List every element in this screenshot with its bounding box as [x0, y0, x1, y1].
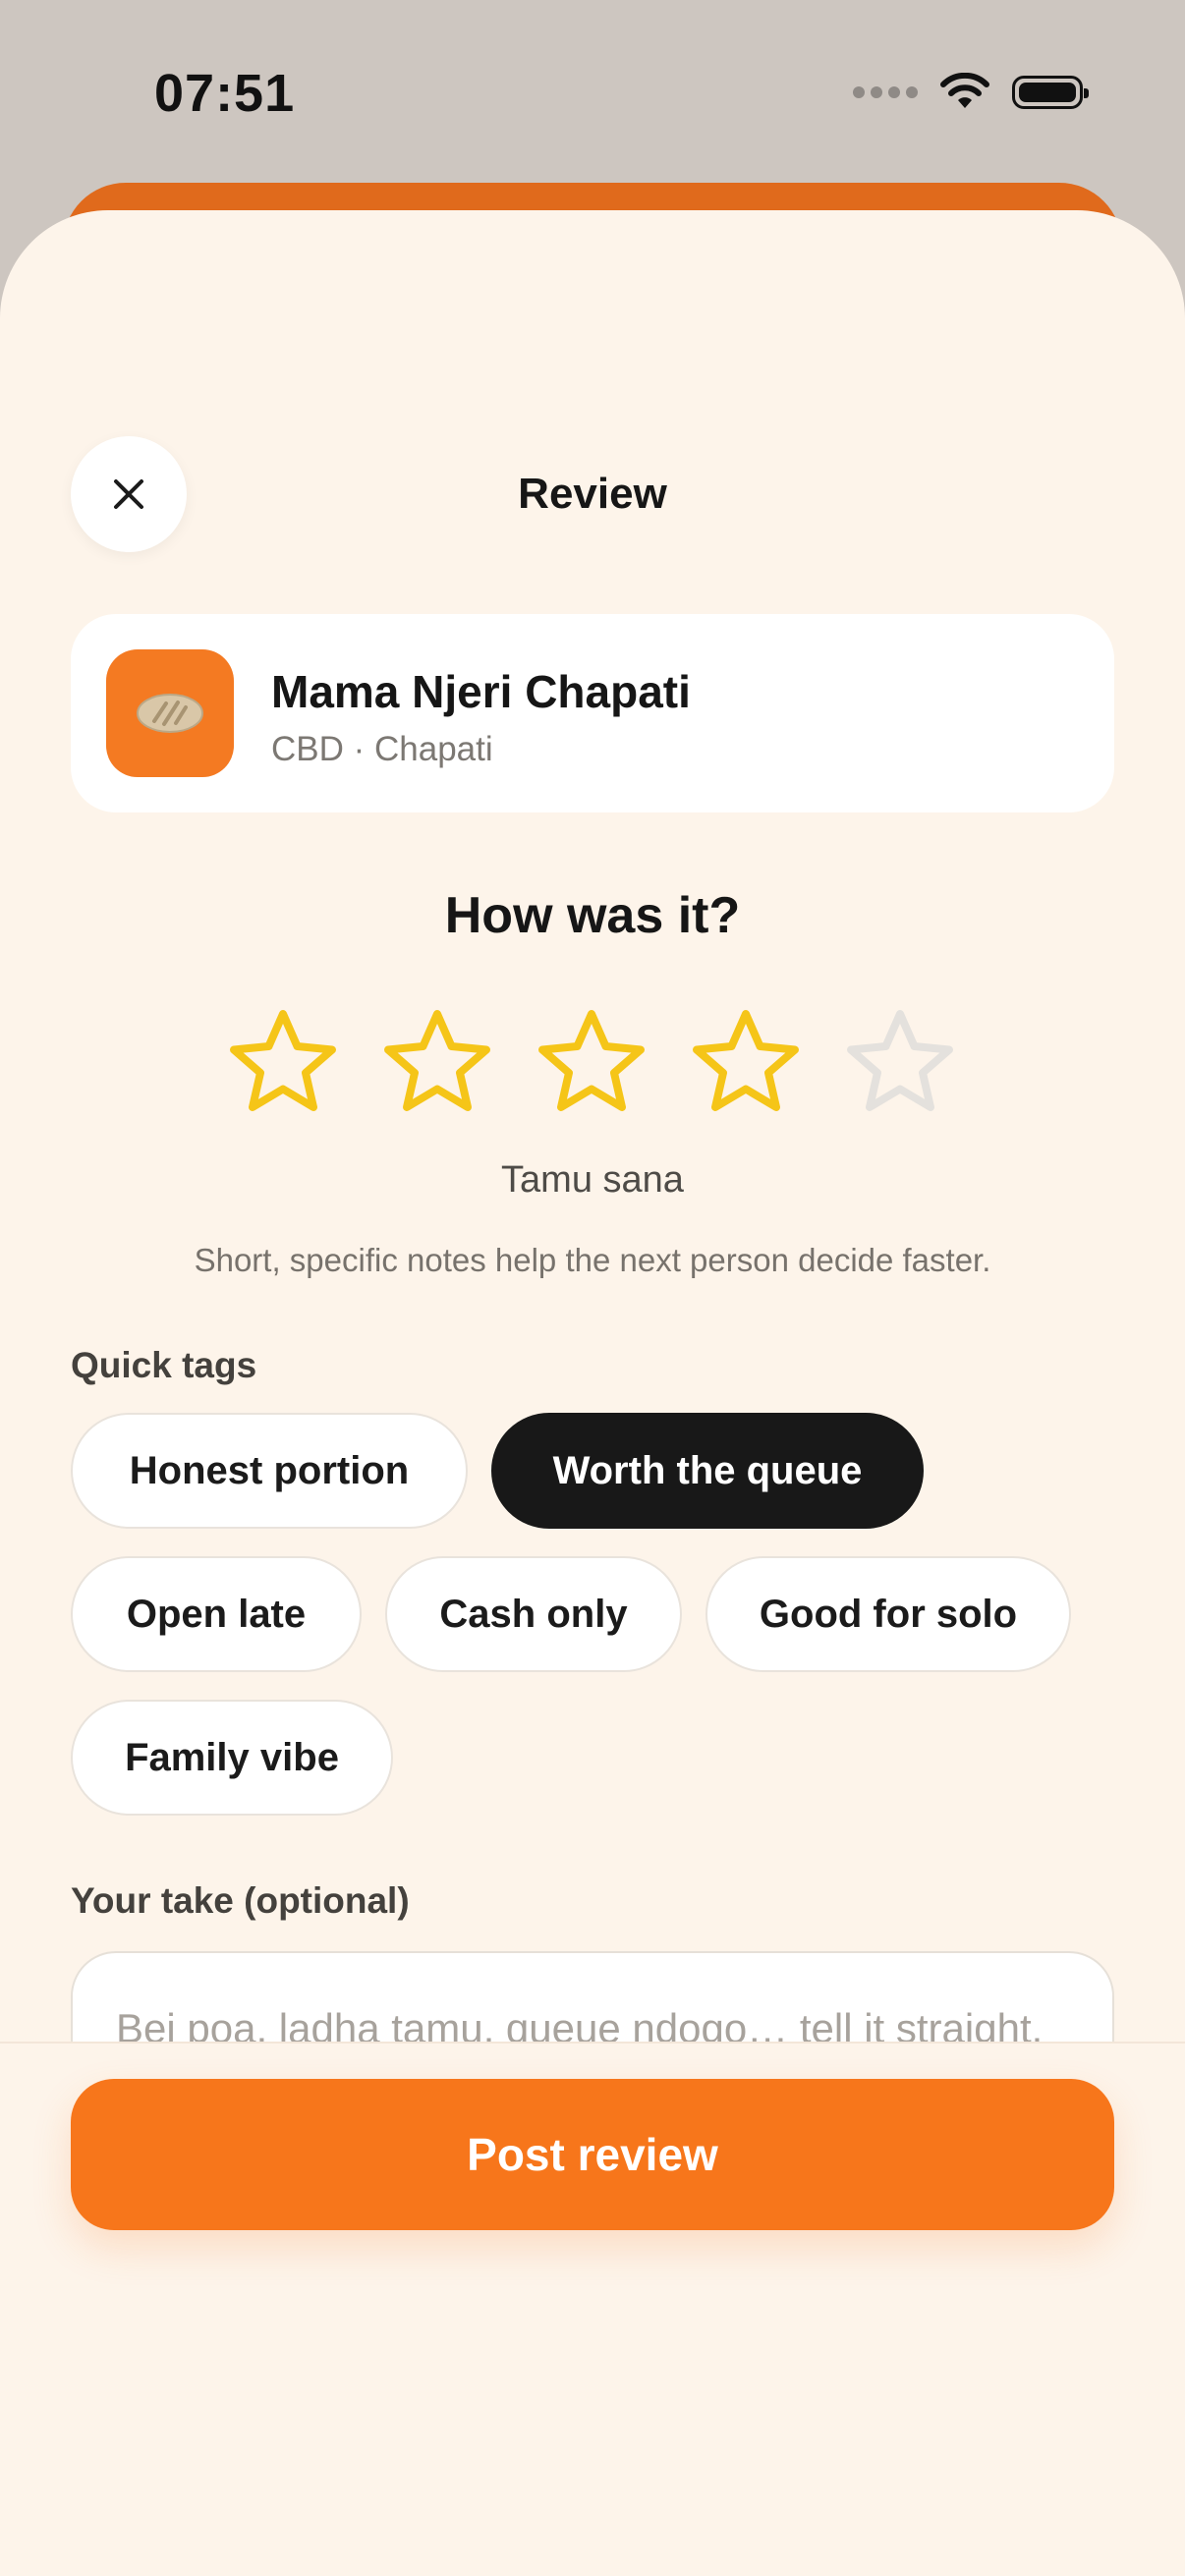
wifi-icon [940, 73, 989, 108]
rating-label: Tamu sana [501, 1159, 684, 1201]
star-3-icon[interactable] [533, 1006, 650, 1124]
post-review-button[interactable]: Post review [71, 2079, 1114, 2230]
rating-question: How was it? [444, 887, 741, 944]
star-rating [224, 1006, 961, 1124]
chapati-icon [106, 649, 234, 777]
status-bar: 07:51 [0, 0, 1185, 187]
star-2-icon[interactable] [378, 1006, 496, 1124]
star-5-icon[interactable] [841, 1006, 959, 1124]
tag-family-vibe[interactable]: Family vibe [71, 1700, 393, 1816]
page-title: Review [518, 470, 667, 518]
star-4-icon[interactable] [687, 1006, 805, 1124]
cellular-signal-icon [853, 86, 918, 98]
star-1-icon[interactable] [224, 1006, 342, 1124]
tag-honest-portion[interactable]: Honest portion [71, 1413, 468, 1529]
tag-good-for-solo[interactable]: Good for solo [705, 1556, 1071, 1672]
tag-worth-the-queue[interactable]: Worth the queue [491, 1413, 924, 1529]
rating-hint: Short, specific notes help the next pers… [194, 1242, 991, 1278]
your-take-label: Your take (optional) [71, 1880, 410, 1921]
status-time: 07:51 [154, 64, 296, 123]
place-card: Mama Njeri Chapati CBD · Chapati [71, 614, 1114, 812]
review-sheet: Review Mama Njeri Chapati CBD · Chapati … [0, 210, 1185, 2576]
quick-tags-label: Quick tags [71, 1345, 257, 1385]
tag-cash-only[interactable]: Cash only [385, 1556, 682, 1672]
place-name: Mama Njeri Chapati [271, 666, 691, 717]
battery-icon [1012, 76, 1089, 109]
place-subtitle: CBD · Chapati [271, 730, 493, 768]
bottom-action-bar: Post review [0, 2042, 1185, 2576]
tag-open-late[interactable]: Open late [71, 1556, 362, 1672]
status-icons [853, 73, 1089, 112]
